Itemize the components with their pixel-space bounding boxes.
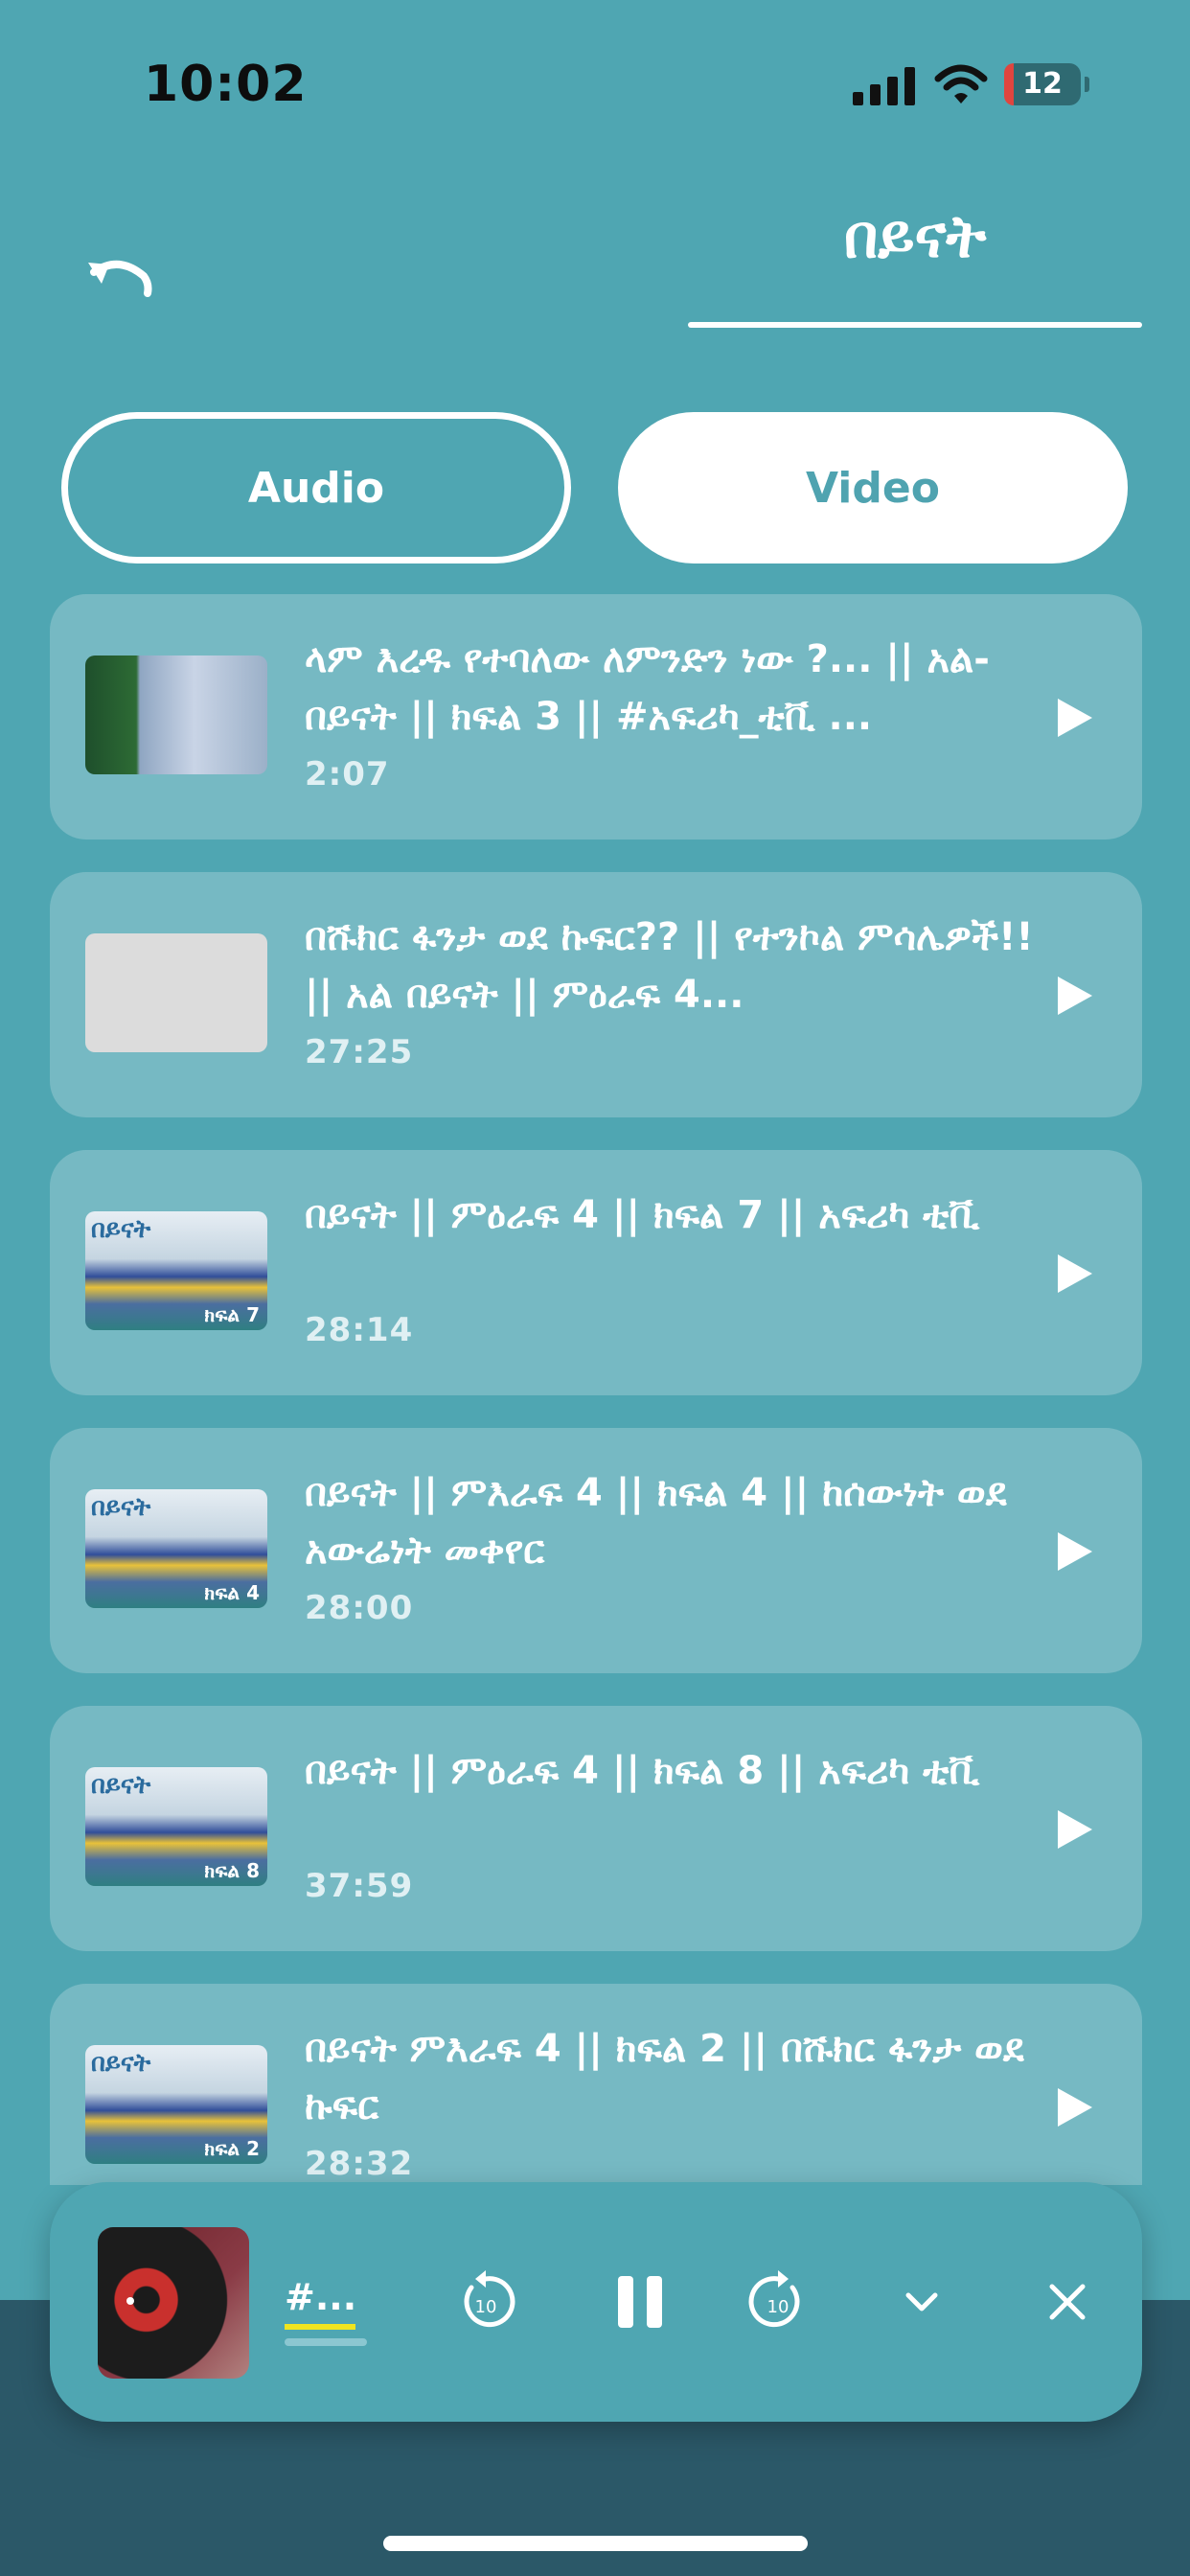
home-indicator [383,2536,808,2551]
video-title: በይናት || ምዕራፍ 4 || ክፍል 7 || አፍሪካ ቲቪ [305,1193,980,1237]
list-item[interactable]: ላም እረዱ የተባለው ለምንድን ነው ?... || አል-በይናት ||… [50,594,1142,840]
video-title: በይናት || ምዕራፍ 4 || ክፍል 8 || አፍሪካ ቲቪ [305,1749,980,1793]
forward-10-icon[interactable]: 10 [744,2268,812,2335]
video-duration: 27:25 [305,1033,414,1071]
video-duration: 28:32 [305,2145,414,2183]
album-art [98,2227,249,2379]
video-thumbnail: በይናት ክፍል 4 [85,1489,267,1608]
title-underline [688,322,1142,328]
play-icon[interactable] [1056,697,1094,739]
player-title[interactable]: #... [285,2276,356,2318]
battery-level: 12 [1022,67,1063,101]
cellular-signal-icon [853,67,916,105]
video-title: ላም እረዱ የተባለው ለምንድን ነው ?... || አል-በይናት ||… [305,637,990,739]
status-time: 10:02 [144,56,308,113]
video-title: በሹክር ፋንታ ወደ ኩፍር?? || የተንኮል ምሳሌዎች!! || አል… [305,915,1034,1017]
chevron-down-icon[interactable] [901,2281,943,2323]
video-title: በይናት ምእራፍ 4 || ክፍል 2 || በሹክር ፋንታ ወደ ኩፍር [305,2027,1024,2128]
play-icon[interactable] [1056,1808,1094,1851]
progress-bar[interactable] [285,2338,367,2346]
video-thumbnail: በይናት ክፍል 2 [85,2045,267,2164]
wifi-icon [934,64,988,104]
svg-text:10: 10 [767,2297,790,2317]
video-thumbnail [85,933,267,1052]
video-thumbnail: በይናት ክፍል 8 [85,1767,267,1886]
page-title: በይናት [843,201,987,271]
mini-player[interactable]: #... 10 10 [50,2182,1142,2422]
video-thumbnail [85,656,267,774]
video-duration: 28:14 [305,1311,414,1349]
video-thumbnail: በይናት ክፍል 7 [85,1211,267,1330]
rewind-10-icon[interactable]: 10 [452,2268,519,2335]
svg-text:10: 10 [475,2297,497,2317]
play-icon[interactable] [1056,975,1094,1017]
play-icon[interactable] [1056,1253,1094,1295]
battery-icon: 12 [1004,63,1081,105]
battery-nub [1085,77,1089,92]
list-item[interactable]: በይናት ክፍል 8 በይናት || ምዕራፍ 4 || ክፍል 8 || አፍሪ… [50,1706,1142,1951]
video-duration: 37:59 [305,1867,414,1905]
video-duration: 2:07 [305,755,390,794]
list-item[interactable]: በሹክር ፋንታ ወደ ኩፍር?? || የተንኮል ምሳሌዎች!! || አል… [50,872,1142,1117]
tab-video[interactable]: Video [618,412,1128,564]
title-highlight [285,2324,355,2330]
list-item[interactable]: በይናት ክፍል 7 በይናት || ምዕራፍ 4 || ክፍል 7 || አፍሪ… [50,1150,1142,1395]
status-bar: 10:02 12 [0,0,1190,144]
list-item[interactable]: በይናት ክፍል 4 በይናት || ምእራፍ 4 || ክፍል 4 || ከሰው… [50,1428,1142,1673]
close-icon[interactable] [1046,2281,1088,2323]
video-list[interactable]: ላም እረዱ የተባለው ለምንድን ነው ?... || አል-በይናት ||… [50,594,1142,2185]
video-title: በይናት || ምእራፍ 4 || ክፍል 4 || ከሰውነት ወደ አውሬነ… [305,1471,1007,1573]
play-icon[interactable] [1056,1530,1094,1573]
tab-audio[interactable]: Audio [61,412,571,564]
undo-arrow-icon[interactable] [84,251,157,309]
play-icon[interactable] [1056,2086,1094,2128]
video-duration: 28:00 [305,1589,414,1627]
pause-icon[interactable] [608,2270,672,2334]
list-item[interactable]: በይናት ክፍል 2 በይናት ምእራፍ 4 || ክፍል 2 || በሹክር ፋ… [50,1984,1142,2185]
